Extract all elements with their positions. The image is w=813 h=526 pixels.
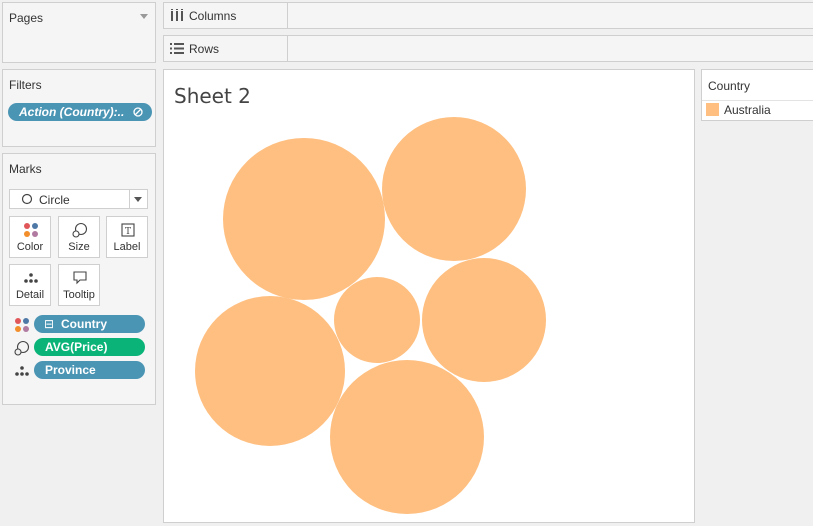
color-label: Color — [16, 241, 44, 253]
size-button[interactable]: Size — [58, 216, 100, 258]
columns-label: Columns — [189, 9, 237, 23]
marks-card-label: Country — [61, 317, 107, 331]
color-icon — [24, 223, 38, 237]
viz-view: Sheet 2 — [163, 69, 695, 523]
pages-title: Pages — [9, 11, 44, 25]
columns-shelf-label: Columns — [164, 3, 288, 28]
bubble-mark[interactable] — [195, 296, 345, 446]
pages-dropdown-icon[interactable] — [140, 14, 148, 19]
circle-icon — [21, 193, 33, 205]
marks-card-avg-price[interactable]: AVG(Price) — [34, 338, 145, 356]
marks-card-province[interactable]: Province — [34, 361, 145, 379]
filters-panel: Filters Action (Country):.. — [2, 69, 156, 147]
legend-item-label[interactable]: Australia — [724, 103, 771, 117]
collapse-icon[interactable]: ⊟ — [44, 315, 54, 333]
svg-text:T: T — [125, 227, 131, 237]
columns-shelf[interactable]: Columns — [163, 2, 813, 29]
mark-type-dropdown[interactable]: Circle — [9, 189, 148, 209]
bubble-mark[interactable] — [382, 117, 526, 261]
detail-label: Detail — [15, 289, 45, 301]
bubble-mark[interactable] — [334, 277, 420, 363]
marks-card-label: Province — [45, 363, 96, 377]
pages-panel: Pages — [2, 2, 156, 63]
packed-bubble-chart — [195, 117, 546, 514]
rows-shelf-label: Rows — [164, 36, 288, 61]
size-icon — [14, 340, 30, 356]
legend-divider — [702, 100, 813, 101]
tooltip-icon — [73, 271, 87, 285]
rows-label: Rows — [189, 42, 220, 56]
rows-shelf[interactable]: Rows — [163, 35, 813, 62]
dropdown-divider — [129, 190, 130, 208]
color-legend: Country Australia — [701, 69, 813, 121]
size-icon — [72, 222, 88, 238]
columns-icon — [171, 9, 183, 21]
detail-icon — [24, 273, 38, 283]
legend-title: Country — [708, 79, 751, 93]
text-label-icon: T — [121, 223, 135, 237]
filter-pill-action-country[interactable]: Action (Country):.. — [8, 103, 152, 121]
tooltip-label: Tooltip — [63, 289, 95, 301]
color-button[interactable]: Color — [9, 216, 51, 258]
legend-swatch[interactable] — [706, 103, 719, 116]
marks-title: Marks — [9, 162, 42, 176]
bubble-mark[interactable] — [223, 138, 385, 300]
bubble-mark[interactable] — [422, 258, 546, 382]
detail-button[interactable]: Detail — [9, 264, 51, 306]
chevron-down-icon — [134, 197, 142, 202]
label-label: Label — [113, 241, 141, 253]
size-label: Size — [68, 241, 90, 253]
label-button[interactable]: T Label — [106, 216, 148, 258]
detail-icon — [15, 366, 29, 376]
color-icon — [15, 318, 29, 332]
filters-title: Filters — [9, 78, 42, 92]
marks-card-country[interactable]: ⊟ Country — [34, 315, 145, 333]
bubble-mark[interactable] — [330, 360, 484, 514]
tooltip-button[interactable]: Tooltip — [58, 264, 100, 306]
mark-type-label: Circle — [39, 193, 70, 207]
rows-icon — [170, 43, 184, 54]
filter-link-icon — [133, 107, 143, 117]
marks-card-label: AVG(Price) — [45, 340, 108, 354]
filter-pill-label: Action (Country):.. — [19, 105, 125, 119]
